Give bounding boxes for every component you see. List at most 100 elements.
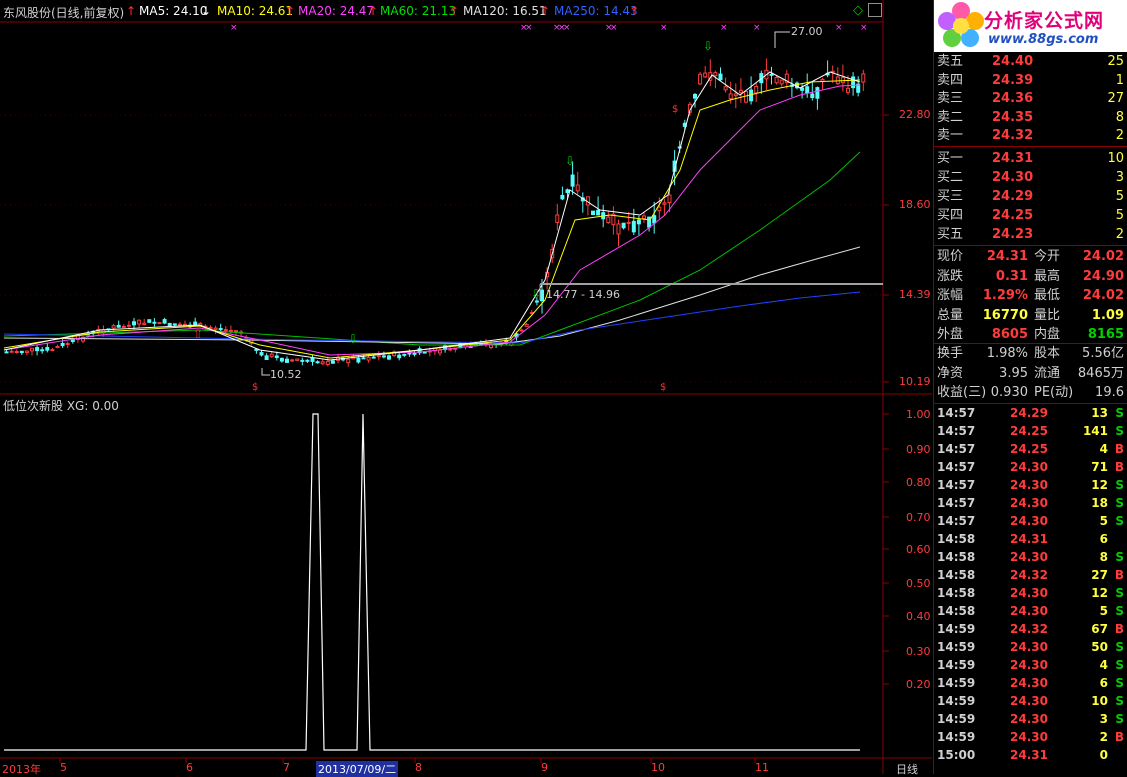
candle-body bbox=[397, 354, 402, 359]
tick-price: 24.31 bbox=[1010, 748, 1048, 762]
candle-body bbox=[636, 219, 641, 225]
tick-time: 14:58 bbox=[937, 604, 976, 618]
candle-body bbox=[305, 359, 310, 362]
candle-body bbox=[387, 355, 391, 360]
tick-price: 24.25 bbox=[1010, 424, 1048, 438]
candle-body bbox=[234, 330, 238, 333]
ask-volume: 8 bbox=[1115, 109, 1124, 125]
indicator-tick: 0.80 bbox=[906, 476, 931, 489]
tick-price: 24.32 bbox=[1010, 622, 1048, 636]
tick-volume: 5 bbox=[1099, 604, 1108, 618]
x-axis-month: 8 bbox=[415, 761, 422, 774]
tick-volume: 13 bbox=[1091, 406, 1108, 420]
tick-row: 14:57 24.30 71 B bbox=[934, 458, 1127, 476]
range-annotation: 14.77 - 14.96 bbox=[546, 288, 620, 301]
tick-time: 15:00 bbox=[937, 748, 976, 762]
candle-body bbox=[718, 73, 723, 81]
ask-price: 24.36 bbox=[992, 91, 1034, 106]
tick-row: 14:59 24.30 4 S bbox=[934, 656, 1127, 674]
candle-body bbox=[60, 342, 65, 347]
tick-time: 14:57 bbox=[937, 478, 976, 492]
chart-area[interactable]: × × × × × × × × × × × × × ⇩ ⇩ ⇩ ⇩ ⇧ $ $ $ 东风股份(日线,前复权) ↑ MA5… bbox=[0, 0, 932, 777]
down-arrow-icon: ⇩ bbox=[348, 332, 358, 346]
tick-volume: 6 bbox=[1099, 676, 1108, 690]
quote-value: 24.02 bbox=[1082, 249, 1124, 264]
candle-body bbox=[565, 189, 570, 194]
bid-row: 买一 24.31 10 bbox=[934, 150, 1127, 168]
tick-row: 15:00 24.31 0 bbox=[934, 746, 1127, 764]
candle-body bbox=[228, 329, 233, 332]
ask-row: 卖二 24.35 8 bbox=[934, 109, 1127, 127]
candle-body bbox=[560, 194, 565, 200]
ma60-arrow: ↑ bbox=[449, 4, 460, 18]
tick-volume: 18 bbox=[1091, 496, 1108, 510]
candle-body bbox=[142, 322, 147, 325]
tick-side: S bbox=[1115, 424, 1124, 438]
tick-time: 14:57 bbox=[937, 460, 976, 474]
quote-label: 今开 bbox=[1034, 249, 1061, 264]
tick-price: 24.30 bbox=[1010, 586, 1048, 600]
period-label[interactable]: 日线 bbox=[896, 761, 918, 777]
logo-url: www.88gs.com bbox=[988, 32, 1099, 47]
tick-volume: 2 bbox=[1099, 730, 1108, 744]
quote-label: 内盘 bbox=[1034, 327, 1061, 342]
tick-time: 14:59 bbox=[937, 712, 976, 726]
candle-body bbox=[295, 358, 300, 361]
candle-body bbox=[621, 222, 626, 229]
candle-body bbox=[132, 321, 136, 326]
kline-canvas[interactable]: × ×× ××× ×× × × × × ×⇩⇩⇩⇩⇧$ $$ bbox=[0, 0, 932, 774]
tick-side: B bbox=[1114, 442, 1124, 456]
indicator-tick: 0.30 bbox=[906, 645, 931, 658]
site-logo: 分析家公式网 www.88gs.com bbox=[934, 0, 1127, 52]
tick-side: B bbox=[1114, 460, 1124, 474]
chart-refresh-icon[interactable]: ◇ bbox=[853, 3, 863, 18]
x-marker: × bbox=[753, 23, 761, 33]
signal-marker: $ bbox=[660, 382, 666, 393]
tick-row: 14:59 24.30 3 S bbox=[934, 710, 1127, 728]
chart-close-button[interactable] bbox=[868, 3, 882, 17]
low-annotation: 10.52 bbox=[270, 368, 302, 381]
quote-label: 现价 bbox=[937, 249, 964, 264]
tick-side: S bbox=[1115, 586, 1124, 600]
candle-body bbox=[815, 87, 820, 99]
candle-body bbox=[274, 355, 279, 359]
candle-body bbox=[570, 174, 575, 187]
tick-side: S bbox=[1115, 478, 1124, 492]
ask-label: 卖五 bbox=[937, 54, 964, 69]
x-axis-month: 9 bbox=[541, 761, 548, 774]
tick-price: 24.31 bbox=[1010, 532, 1048, 546]
candle-body bbox=[9, 350, 14, 353]
candle-body bbox=[320, 361, 325, 365]
ask-label: 卖三 bbox=[937, 91, 964, 106]
x-marker: × bbox=[230, 23, 238, 33]
bid-row: 买四 24.25 5 bbox=[934, 207, 1127, 225]
ma5-label: MA5: 24.10 bbox=[139, 4, 208, 18]
ma10-line bbox=[3, 79, 861, 359]
tick-price: 24.30 bbox=[1010, 730, 1048, 744]
tick-price: 24.30 bbox=[1010, 514, 1048, 528]
ask-price: 24.40 bbox=[992, 54, 1034, 69]
tick-row: 14:58 24.30 5 S bbox=[934, 602, 1127, 620]
candle-body bbox=[662, 202, 667, 205]
fund-value: 5.56亿 bbox=[1082, 346, 1124, 361]
x-axis-year: 2013年 bbox=[2, 763, 41, 776]
ask-price: 24.35 bbox=[992, 109, 1034, 125]
tick-volume: 12 bbox=[1091, 478, 1108, 492]
x-marker: × bbox=[610, 23, 618, 33]
tick-side: S bbox=[1115, 550, 1124, 564]
tick-time: 14:58 bbox=[937, 586, 976, 600]
ask-price: 24.39 bbox=[992, 72, 1034, 88]
bid-volume: 2 bbox=[1115, 227, 1124, 242]
candle-body bbox=[116, 324, 121, 328]
bid-price: 24.29 bbox=[992, 189, 1034, 204]
candle-body bbox=[371, 356, 376, 359]
candle-body bbox=[805, 86, 810, 94]
fund-label: 股本 bbox=[1034, 346, 1061, 361]
candle-body bbox=[733, 93, 738, 97]
tick-volume: 4 bbox=[1099, 658, 1108, 672]
candle-body bbox=[361, 357, 366, 360]
tick-volume: 6 bbox=[1099, 532, 1108, 546]
x-axis-month: 10 bbox=[651, 761, 665, 774]
candle-body bbox=[223, 329, 228, 332]
bid-label: 买四 bbox=[937, 208, 964, 223]
